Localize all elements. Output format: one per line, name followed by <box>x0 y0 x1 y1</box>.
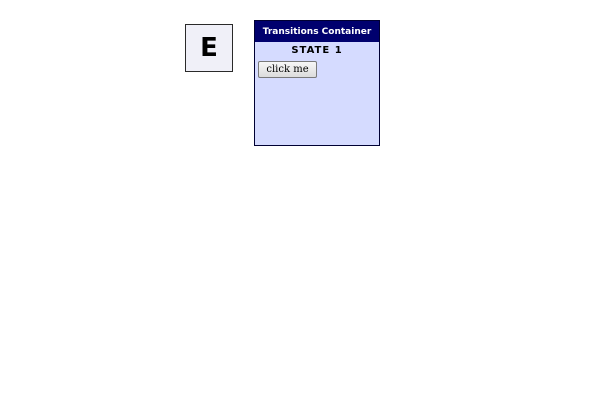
container-title: Transitions Container <box>262 26 372 37</box>
click-me-button[interactable]: click me <box>258 61 317 78</box>
state-label: STATE 1 <box>291 45 343 56</box>
letter-e: E <box>200 33 218 63</box>
container-header: Transitions Container <box>255 21 379 42</box>
transitions-container: Transitions Container STATE 1 click me <box>254 20 380 146</box>
letter-box: E <box>185 24 233 72</box>
